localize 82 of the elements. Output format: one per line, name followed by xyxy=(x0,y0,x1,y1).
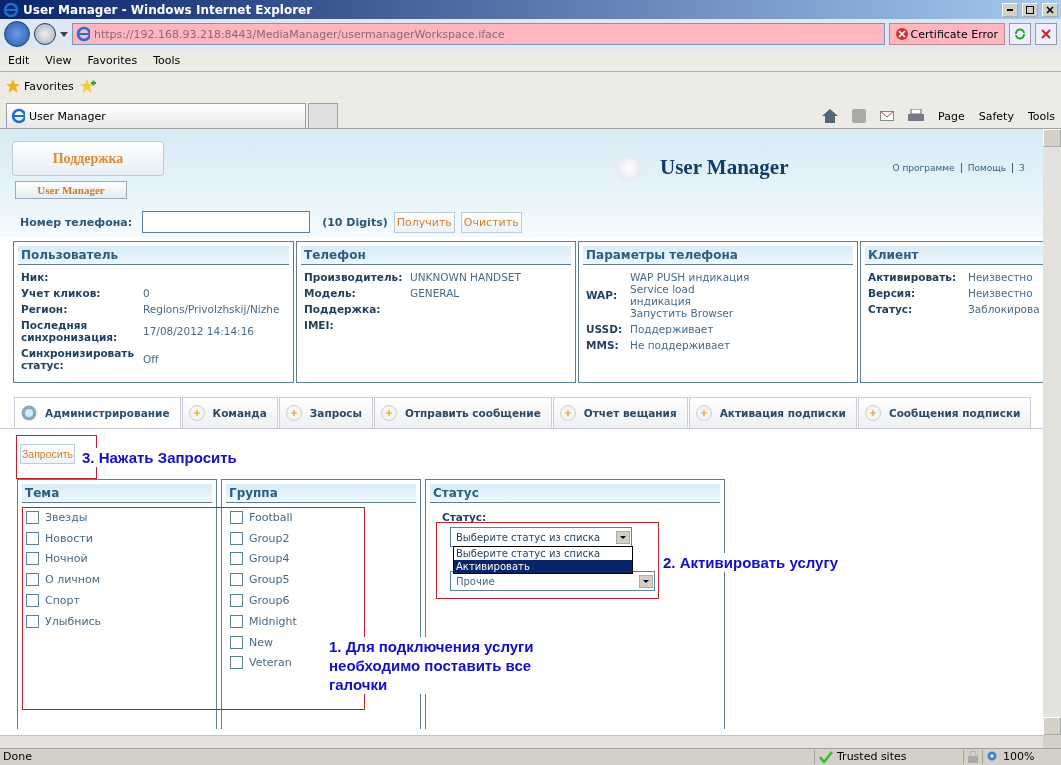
field-hint: (10 Digits) xyxy=(322,215,388,229)
checkbox-label: Group4 xyxy=(249,552,290,566)
checkbox-label: Ночной xyxy=(45,552,88,566)
field-label: MMS: xyxy=(586,339,620,351)
command-menu[interactable]: Page xyxy=(938,109,965,123)
tab[interactable]: Сообщения подписки xyxy=(857,397,1032,428)
field-value: Заблокирова xyxy=(968,303,1041,315)
favorites-button[interactable]: Favorites xyxy=(6,79,74,93)
field-value: Off xyxy=(143,353,160,365)
zone-indicator: Trusted sites xyxy=(814,749,963,764)
field-label: Регион: xyxy=(21,303,69,315)
field-label: Модель: xyxy=(304,287,357,299)
field-label: IMEI: xyxy=(304,319,335,331)
window-title: User Manager - Windows Internet Explorer xyxy=(23,2,313,17)
checkbox-label: Улыбнись xyxy=(45,614,102,628)
header-link[interactable]: Помощь xyxy=(960,163,1006,173)
menu-item[interactable]: Favorites xyxy=(87,53,138,67)
checkbox-label: О личном xyxy=(45,573,101,587)
field-label: Статус: xyxy=(441,510,488,525)
checkbox-label: Group2 xyxy=(249,531,290,545)
field-label: Номер телефона: xyxy=(20,215,133,229)
menu-item[interactable]: View xyxy=(45,53,72,67)
field-value: Service load xyxy=(630,283,696,295)
field-label: Статус: xyxy=(868,303,914,315)
field-value: Regions/Privolzhskij/Nizhe xyxy=(143,303,281,315)
field-value: индикация xyxy=(630,295,692,307)
status-text: Done xyxy=(2,750,32,763)
checkbox-label: New xyxy=(249,635,273,649)
tab[interactable]: Администрирование xyxy=(14,397,181,428)
checkbox-label: Новости xyxy=(45,531,93,545)
menu-item[interactable]: Edit xyxy=(8,53,30,67)
field-value: Неизвестно xyxy=(968,271,1034,283)
field-label: USSD: xyxy=(586,323,624,335)
panel-title: Телефон xyxy=(301,246,571,265)
tab[interactable]: Команда xyxy=(181,397,278,428)
tab[interactable]: Отчет вещания xyxy=(552,397,688,428)
dropdown-option[interactable]: Выберите статус из списка xyxy=(454,547,632,560)
field-label: WAP: xyxy=(586,289,619,301)
field-label: Версия: xyxy=(868,287,917,299)
field-label: Учет кликов: xyxy=(21,287,102,299)
checkbox-label: Group6 xyxy=(249,594,290,608)
tab[interactable]: Отправить сообщение xyxy=(374,397,552,428)
field-value: WAP PUSH индикация xyxy=(630,271,751,283)
field-value: Не поддерживает xyxy=(630,339,732,351)
checkbox-label: Veteran xyxy=(249,656,292,670)
field-value: UNKNOWN HANDSET xyxy=(410,271,522,283)
zoom-button[interactable]: 100% xyxy=(982,749,1061,764)
checkbox-label: Midnight xyxy=(249,614,297,628)
certificate-error-button[interactable]: Certificate Error xyxy=(888,23,1005,45)
header-link[interactable]: О программе xyxy=(892,163,955,173)
field-label: Последняя синхронизация: xyxy=(21,319,119,343)
status-select[interactable]: Выберите статус из списка xyxy=(450,527,632,547)
command-menu[interactable]: Tools xyxy=(1027,109,1055,123)
checkbox-label: Спорт xyxy=(45,594,80,608)
checkbox-label: Звезды xyxy=(45,510,88,524)
panel-title: Статус xyxy=(430,484,720,503)
panel-title: Пользователь xyxy=(18,246,289,265)
dropdown-option[interactable]: Активировать xyxy=(454,560,632,573)
field-value: 0 xyxy=(143,287,151,299)
field-label: Поддержка: xyxy=(304,303,382,315)
checkbox-label: Football xyxy=(249,510,293,524)
command-menu[interactable]: Safety xyxy=(978,109,1014,123)
field-label: Производитель: xyxy=(304,271,404,283)
field-label: Ник: xyxy=(21,271,50,283)
field-label: Активировать: xyxy=(868,271,958,283)
browser-tab[interactable]: User Manager xyxy=(6,103,306,128)
panel-title: Параметры телефона xyxy=(583,246,853,265)
field-value: Запустить Browser xyxy=(630,307,735,319)
menu-item[interactable]: Tools xyxy=(153,53,181,67)
app-title: User Manager xyxy=(660,155,789,180)
tab[interactable]: Активация подписки xyxy=(688,397,857,428)
field-value: Поддерживает xyxy=(630,323,715,335)
field-value: 17/08/2012 14:14:16 xyxy=(143,325,255,337)
checkbox-label: Group5 xyxy=(249,573,290,587)
panel-title: Группа xyxy=(226,484,416,503)
tab[interactable]: Запросы xyxy=(278,397,374,428)
panel-title: Тема xyxy=(22,484,212,503)
field-label: Синхронизировать статус: xyxy=(21,347,136,371)
panel-title: Клиент xyxy=(865,246,1043,265)
field-value: Неизвестно xyxy=(968,287,1034,299)
header-link[interactable]: З xyxy=(1012,163,1025,173)
field-value: GENERAL xyxy=(410,287,461,299)
